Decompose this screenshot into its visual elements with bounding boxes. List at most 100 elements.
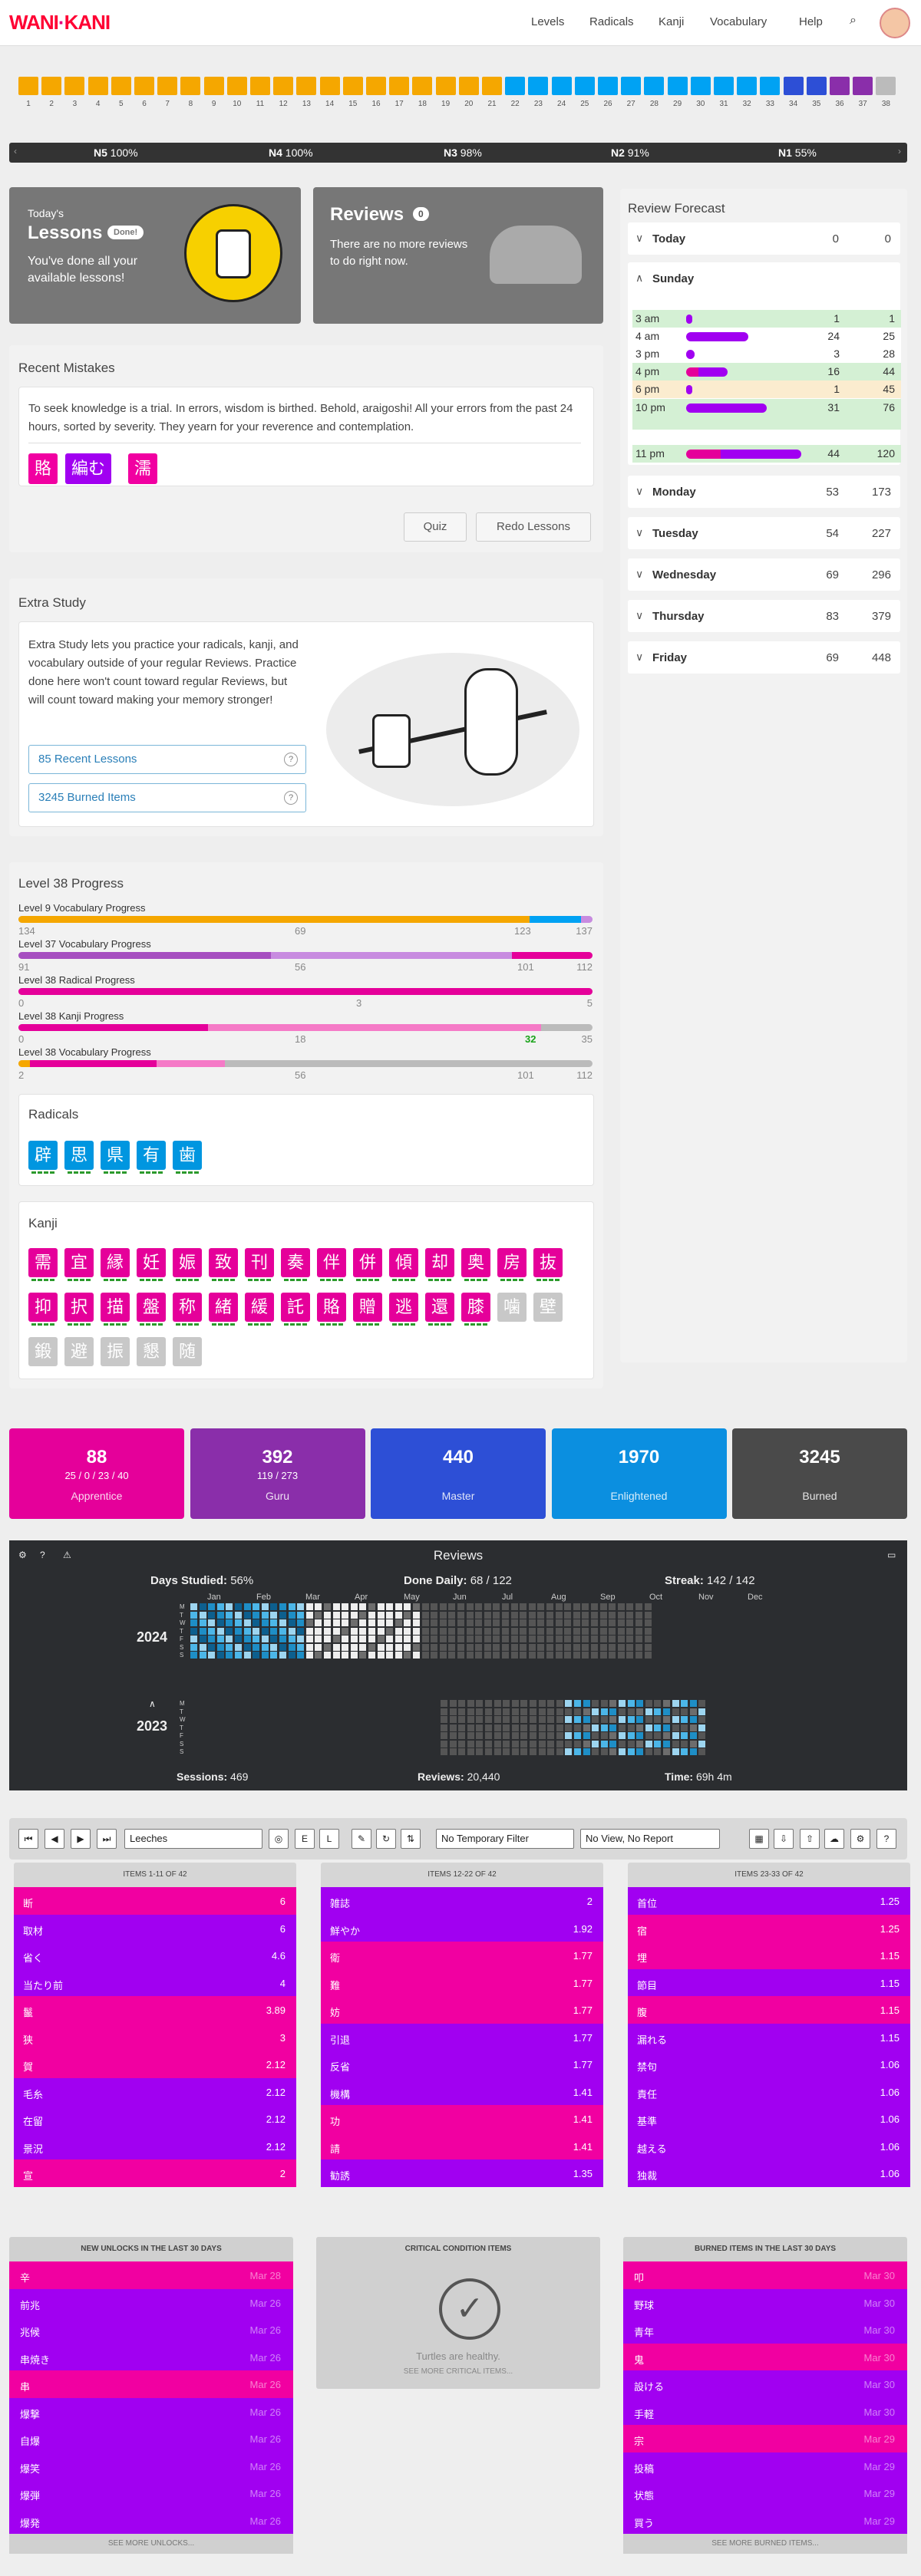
heatmap-day-cell[interactable]: [530, 1716, 536, 1723]
leech-row[interactable]: 責任 1.06: [628, 2077, 910, 2105]
heatmap-day-cell[interactable]: [681, 1740, 688, 1748]
heatmap-day-cell[interactable]: [253, 1652, 260, 1659]
kanji-tile[interactable]: 鍛: [28, 1337, 58, 1366]
level-block[interactable]: [760, 77, 781, 95]
heatmap-day-cell[interactable]: [457, 1627, 464, 1635]
heatmap-day-cell[interactable]: [305, 1636, 313, 1642]
heatmap-day-cell[interactable]: [564, 1643, 572, 1651]
heatmap-day-cell[interactable]: [475, 1603, 483, 1610]
heatmap-day-cell[interactable]: [574, 1748, 581, 1755]
heatmap-day-cell[interactable]: [332, 1611, 340, 1619]
heatmap-day-cell[interactable]: [546, 1643, 553, 1651]
level-block[interactable]: [690, 77, 711, 95]
heatmap-day-cell[interactable]: [431, 1643, 438, 1651]
heatmap-day-cell[interactable]: [547, 1716, 555, 1723]
leech-row[interactable]: 引退 1.77: [321, 2023, 603, 2051]
heatmap-day-cell[interactable]: [627, 1700, 635, 1707]
heatmap-day-cell[interactable]: [636, 1724, 644, 1731]
heatmap-day-cell[interactable]: [458, 1716, 466, 1723]
heatmap-day-cell[interactable]: [297, 1603, 305, 1610]
heatmap-day-cell[interactable]: [635, 1636, 642, 1642]
heatmap-day-cell[interactable]: [645, 1708, 652, 1715]
heatmap-day-cell[interactable]: [537, 1636, 545, 1642]
kanji-tile[interactable]: 奏: [281, 1248, 310, 1281]
heatmap-day-cell[interactable]: [421, 1627, 429, 1635]
heatmap-day-cell[interactable]: [592, 1724, 599, 1731]
item-row[interactable]: 爆笑 Mar 26: [9, 2452, 293, 2479]
heatmap-day-cell[interactable]: [494, 1732, 501, 1739]
heatmap-day-cell[interactable]: [431, 1636, 438, 1642]
kanji-tile[interactable]: 致: [209, 1248, 238, 1281]
heatmap-day-cell[interactable]: [484, 1652, 491, 1659]
heatmap-day-cell[interactable]: [199, 1652, 206, 1659]
srs-box-enlightened[interactable]: 1970 Enlightened: [551, 1428, 727, 1519]
heatmap-day-cell[interactable]: [458, 1748, 466, 1755]
heatmap-day-cell[interactable]: [573, 1603, 580, 1610]
heatmap-day-cell[interactable]: [324, 1619, 331, 1626]
burned-items-button[interactable]: 3245 Burned Items?: [28, 783, 306, 812]
heatmap-day-cell[interactable]: [547, 1740, 555, 1748]
heatmap-day-cell[interactable]: [592, 1708, 599, 1715]
heatmap-day-cell[interactable]: [457, 1611, 464, 1619]
heatmap-day-cell[interactable]: [441, 1716, 447, 1723]
item-row[interactable]: 青年 Mar 30: [623, 2316, 907, 2344]
heatmap-day-cell[interactable]: [635, 1627, 642, 1635]
heatmap-day-cell[interactable]: [672, 1708, 679, 1715]
heatmap-day-cell[interactable]: [556, 1740, 563, 1748]
heatmap-day-cell[interactable]: [279, 1603, 286, 1610]
heatmap-day-cell[interactable]: [510, 1603, 518, 1610]
heatmap-day-cell[interactable]: [503, 1716, 510, 1723]
heatmap-day-cell[interactable]: [644, 1652, 652, 1659]
heatmap-day-cell[interactable]: [305, 1603, 313, 1610]
heatmap-day-cell[interactable]: [458, 1708, 466, 1715]
heatmap-day-cell[interactable]: [698, 1724, 706, 1731]
heatmap-day-cell[interactable]: [458, 1700, 466, 1707]
heatmap-day-cell[interactable]: [190, 1636, 197, 1642]
heatmap-day-cell[interactable]: [305, 1652, 313, 1659]
heatmap-day-cell[interactable]: [288, 1603, 295, 1610]
heatmap-day-cell[interactable]: [216, 1603, 224, 1610]
heatmap-day-cell[interactable]: [681, 1748, 688, 1755]
heatmap-day-cell[interactable]: [448, 1643, 456, 1651]
leech-row[interactable]: 機構 1.41: [321, 2077, 603, 2105]
heatmap-day-cell[interactable]: [475, 1652, 483, 1659]
heatmap-day-cell[interactable]: [503, 1732, 510, 1739]
heatmap-day-cell[interactable]: [253, 1611, 260, 1619]
leech-row[interactable]: 鬣 3.89: [14, 1996, 296, 2024]
heatmap-day-cell[interactable]: [475, 1611, 483, 1619]
heatmap-day-cell[interactable]: [591, 1619, 598, 1626]
heatmap-day-cell[interactable]: [627, 1740, 635, 1748]
sort-icon[interactable]: ⇅: [401, 1829, 421, 1849]
heatmap-day-cell[interactable]: [484, 1643, 491, 1651]
item-row[interactable]: 爆撃 Mar 26: [9, 2397, 293, 2425]
heatmap-day-cell[interactable]: [350, 1627, 358, 1635]
level-block[interactable]: [134, 77, 154, 95]
heatmap-day-cell[interactable]: [332, 1603, 340, 1610]
heatmap-day-cell[interactable]: [546, 1619, 553, 1626]
heatmap-day-cell[interactable]: [574, 1732, 581, 1739]
kanji-tile[interactable]: 称: [173, 1293, 202, 1326]
heatmap-day-cell[interactable]: [404, 1619, 411, 1626]
level-block[interactable]: [180, 77, 201, 95]
heatmap-day-cell[interactable]: [394, 1627, 402, 1635]
next-page-button[interactable]: ▶: [71, 1829, 91, 1849]
kanji-tile[interactable]: 宜: [64, 1248, 94, 1281]
avatar[interactable]: [880, 8, 910, 38]
heatmap-day-cell[interactable]: [520, 1732, 528, 1739]
heatmap-day-cell[interactable]: [511, 1740, 519, 1748]
heatmap-day-cell[interactable]: [511, 1716, 519, 1723]
heatmap-day-cell[interactable]: [394, 1611, 402, 1619]
heatmap-day-cell[interactable]: [270, 1611, 278, 1619]
last-page-button[interactable]: ⏭: [97, 1829, 117, 1849]
heatmap-day-cell[interactable]: [556, 1724, 563, 1731]
level-block[interactable]: [667, 77, 688, 95]
chevron-left-icon[interactable]: ‹: [14, 146, 17, 156]
heatmap-day-cell[interactable]: [243, 1652, 251, 1659]
heatmap-day-cell[interactable]: [654, 1716, 662, 1723]
heatmap-day-cell[interactable]: [511, 1724, 519, 1731]
heatmap-day-cell[interactable]: [261, 1636, 269, 1642]
heatmap-day-cell[interactable]: [421, 1636, 429, 1642]
kanji-tile[interactable]: 壁: [533, 1293, 563, 1322]
heatmap-day-cell[interactable]: [305, 1627, 313, 1635]
heatmap-day-cell[interactable]: [439, 1643, 447, 1651]
